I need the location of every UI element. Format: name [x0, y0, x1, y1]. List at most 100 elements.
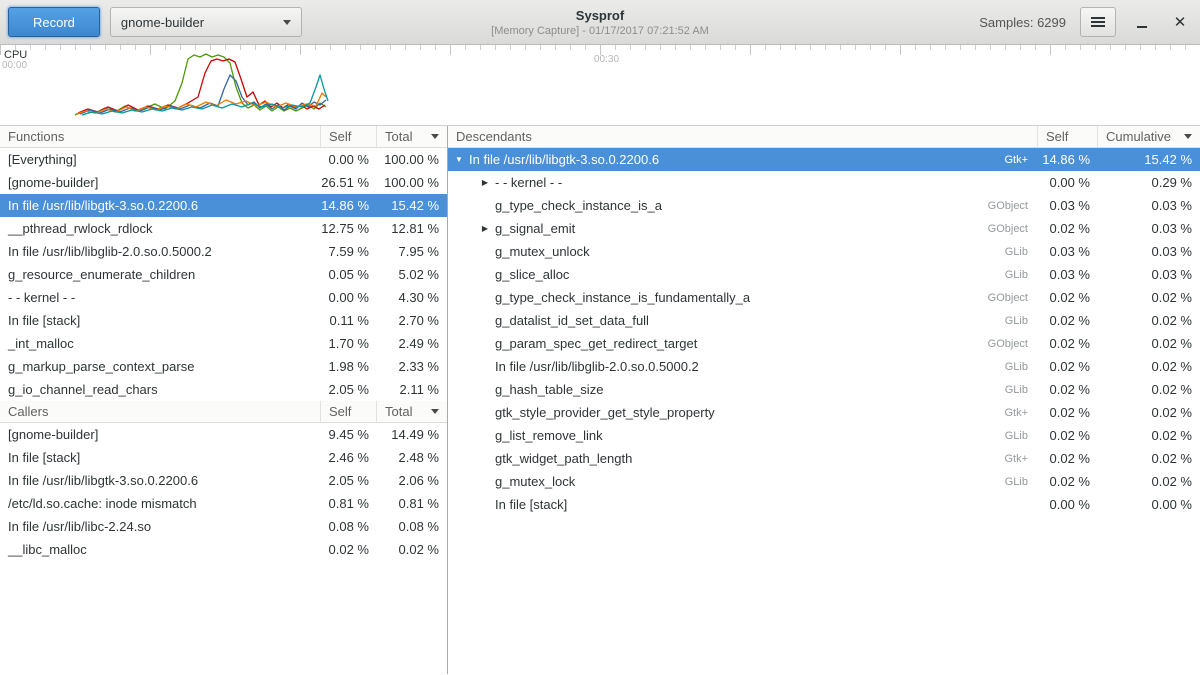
- self-value: 0.81 %: [321, 496, 377, 511]
- function-row[interactable]: In file /usr/lib/libgtk-3.so.0.2200.6 14…: [0, 194, 447, 217]
- total-value: 4.30 %: [377, 290, 447, 305]
- hamburger-icon: [1091, 21, 1105, 23]
- function-row[interactable]: [Everything] 0.00 % 100.00 %: [0, 148, 447, 171]
- descendant-row[interactable]: In file /usr/lib/libgtk-3.so.0.2200.6 Gt…: [448, 148, 1200, 171]
- caller-row[interactable]: In file [stack] 2.46 % 2.48 %: [0, 446, 447, 469]
- caller-row[interactable]: In file /usr/lib/libc-2.24.so 0.08 % 0.0…: [0, 515, 447, 538]
- cpu-timeline[interactable]: CPU 00:00 00:30: [0, 45, 1200, 125]
- descendant-name: g_mutex_unlock: [493, 244, 1005, 259]
- descendant-row[interactable]: g_list_remove_link GLib 0.02 % 0.02 %: [448, 424, 1200, 447]
- menu-button[interactable]: [1080, 7, 1116, 37]
- process-selector[interactable]: gnome-builder: [110, 7, 302, 37]
- column-header-callers[interactable]: Callers: [0, 401, 321, 422]
- column-header-functions[interactable]: Functions: [0, 126, 321, 147]
- descendant-row[interactable]: g_type_check_instance_is_fundamentally_a…: [448, 286, 1200, 309]
- cumulative-value: 0.02 %: [1098, 290, 1200, 305]
- column-header-self[interactable]: Self: [321, 401, 377, 422]
- self-value: 0.02 %: [1038, 221, 1098, 236]
- descendant-name: g_hash_table_size: [493, 382, 1005, 397]
- expander-icon[interactable]: [477, 178, 493, 187]
- column-header-descendants[interactable]: Descendants: [448, 126, 1038, 147]
- caller-name: /etc/ld.so.cache: inode mismatch: [0, 496, 321, 511]
- function-row[interactable]: In file /usr/lib/libglib-2.0.so.0.5000.2…: [0, 240, 447, 263]
- function-row[interactable]: __pthread_rwlock_rdlock 12.75 % 12.81 %: [0, 217, 447, 240]
- close-icon: ✕: [1174, 15, 1187, 30]
- self-value: 0.00 %: [1038, 175, 1098, 190]
- descendant-row[interactable]: g_param_spec_get_redirect_target GObject…: [448, 332, 1200, 355]
- close-button[interactable]: ✕: [1168, 9, 1192, 35]
- descendant-row[interactable]: g_type_check_instance_is_a GObject 0.03 …: [448, 194, 1200, 217]
- sort-descending-icon: [1184, 134, 1192, 139]
- descendant-name: g_type_check_instance_is_a: [493, 198, 988, 213]
- cumulative-value: 0.02 %: [1098, 428, 1200, 443]
- sort-descending-icon: [431, 409, 439, 414]
- function-row[interactable]: [gnome-builder] 26.51 % 100.00 %: [0, 171, 447, 194]
- total-value: 14.49 %: [377, 427, 447, 442]
- cumulative-value: 0.02 %: [1098, 359, 1200, 374]
- column-header-total[interactable]: Total: [377, 126, 447, 147]
- chevron-down-icon: [283, 20, 291, 25]
- descendant-row[interactable]: g_hash_table_size GLib 0.02 % 0.02 %: [448, 378, 1200, 401]
- self-value: 0.00 %: [1038, 497, 1098, 512]
- function-row[interactable]: g_resource_enumerate_children 0.05 % 5.0…: [0, 263, 447, 286]
- function-name: _int_malloc: [0, 336, 321, 351]
- cumulative-value: 0.02 %: [1098, 336, 1200, 351]
- function-row[interactable]: In file [stack] 0.11 % 2.70 %: [0, 309, 447, 332]
- column-header-self[interactable]: Self: [321, 126, 377, 147]
- function-name: g_markup_parse_context_parse: [0, 359, 321, 374]
- function-row[interactable]: g_io_channel_read_chars 2.05 % 2.11 %: [0, 378, 447, 401]
- column-header-total-label: Total: [385, 404, 412, 419]
- window-title: Sysprof: [300, 8, 900, 23]
- descendant-row[interactable]: gtk_style_provider_get_style_property Gt…: [448, 401, 1200, 424]
- caller-row[interactable]: __libc_malloc 0.02 % 0.02 %: [0, 538, 447, 561]
- title-block: Sysprof [Memory Capture] - 01/17/2017 07…: [300, 8, 900, 37]
- descendant-row[interactable]: g_datalist_id_set_data_full GLib 0.02 % …: [448, 309, 1200, 332]
- column-header-cumulative[interactable]: Cumulative: [1098, 126, 1200, 147]
- total-value: 2.48 %: [377, 450, 447, 465]
- self-value: 0.00 %: [321, 152, 377, 167]
- expander-icon[interactable]: [477, 224, 493, 233]
- time-label-mid: 00:30: [594, 54, 619, 65]
- self-value: 0.08 %: [321, 519, 377, 534]
- function-row[interactable]: - - kernel - - 0.00 % 4.30 %: [0, 286, 447, 309]
- descendant-row[interactable]: - - kernel - - 0.00 % 0.29 %: [448, 171, 1200, 194]
- caller-row[interactable]: /etc/ld.so.cache: inode mismatch 0.81 % …: [0, 492, 447, 515]
- descendant-row[interactable]: g_slice_alloc GLib 0.03 % 0.03 %: [448, 263, 1200, 286]
- descendant-row[interactable]: In file [stack] 0.00 % 0.00 %: [448, 493, 1200, 516]
- cumulative-value: 15.42 %: [1098, 152, 1200, 167]
- self-value: 2.05 %: [321, 382, 377, 397]
- cumulative-value: 0.02 %: [1098, 405, 1200, 420]
- record-button[interactable]: Record: [8, 7, 100, 37]
- total-value: 15.42 %: [377, 198, 447, 213]
- caller-row[interactable]: [gnome-builder] 9.45 % 14.49 %: [0, 423, 447, 446]
- library-badge: GLib: [1005, 476, 1038, 488]
- self-value: 0.02 %: [321, 542, 377, 557]
- column-header-self[interactable]: Self: [1038, 126, 1098, 147]
- descendant-row[interactable]: g_signal_emit GObject 0.02 % 0.03 %: [448, 217, 1200, 240]
- function-name: In file [stack]: [0, 313, 321, 328]
- descendant-name: In file [stack]: [493, 497, 1028, 512]
- library-badge: GLib: [1005, 384, 1038, 396]
- function-row[interactable]: _int_malloc 1.70 % 2.49 %: [0, 332, 447, 355]
- self-value: 0.02 %: [1038, 405, 1098, 420]
- total-value: 2.06 %: [377, 473, 447, 488]
- descendant-row[interactable]: g_mutex_lock GLib 0.02 % 0.02 %: [448, 470, 1200, 493]
- descendant-row[interactable]: gtk_widget_path_length Gtk+ 0.02 % 0.02 …: [448, 447, 1200, 470]
- samples-count: Samples: 6299: [979, 15, 1066, 30]
- caller-row[interactable]: In file /usr/lib/libgtk-3.so.0.2200.6 2.…: [0, 469, 447, 492]
- function-name: g_io_channel_read_chars: [0, 382, 321, 397]
- column-header-cumulative-label: Cumulative: [1106, 129, 1171, 144]
- function-name: In file /usr/lib/libglib-2.0.so.0.5000.2: [0, 244, 321, 259]
- library-badge: Gtk+: [1004, 154, 1038, 166]
- library-badge: GObject: [988, 200, 1038, 212]
- descendant-row[interactable]: In file /usr/lib/libglib-2.0.so.0.5000.2…: [448, 355, 1200, 378]
- expander-icon[interactable]: [451, 155, 467, 164]
- column-header-total[interactable]: Total: [377, 401, 447, 422]
- minimize-button[interactable]: [1130, 9, 1154, 35]
- descendant-name: gtk_style_provider_get_style_property: [493, 405, 1004, 420]
- descendant-name: gtk_widget_path_length: [493, 451, 1004, 466]
- self-value: 2.05 %: [321, 473, 377, 488]
- total-value: 2.70 %: [377, 313, 447, 328]
- function-row[interactable]: g_markup_parse_context_parse 1.98 % 2.33…: [0, 355, 447, 378]
- descendant-row[interactable]: g_mutex_unlock GLib 0.03 % 0.03 %: [448, 240, 1200, 263]
